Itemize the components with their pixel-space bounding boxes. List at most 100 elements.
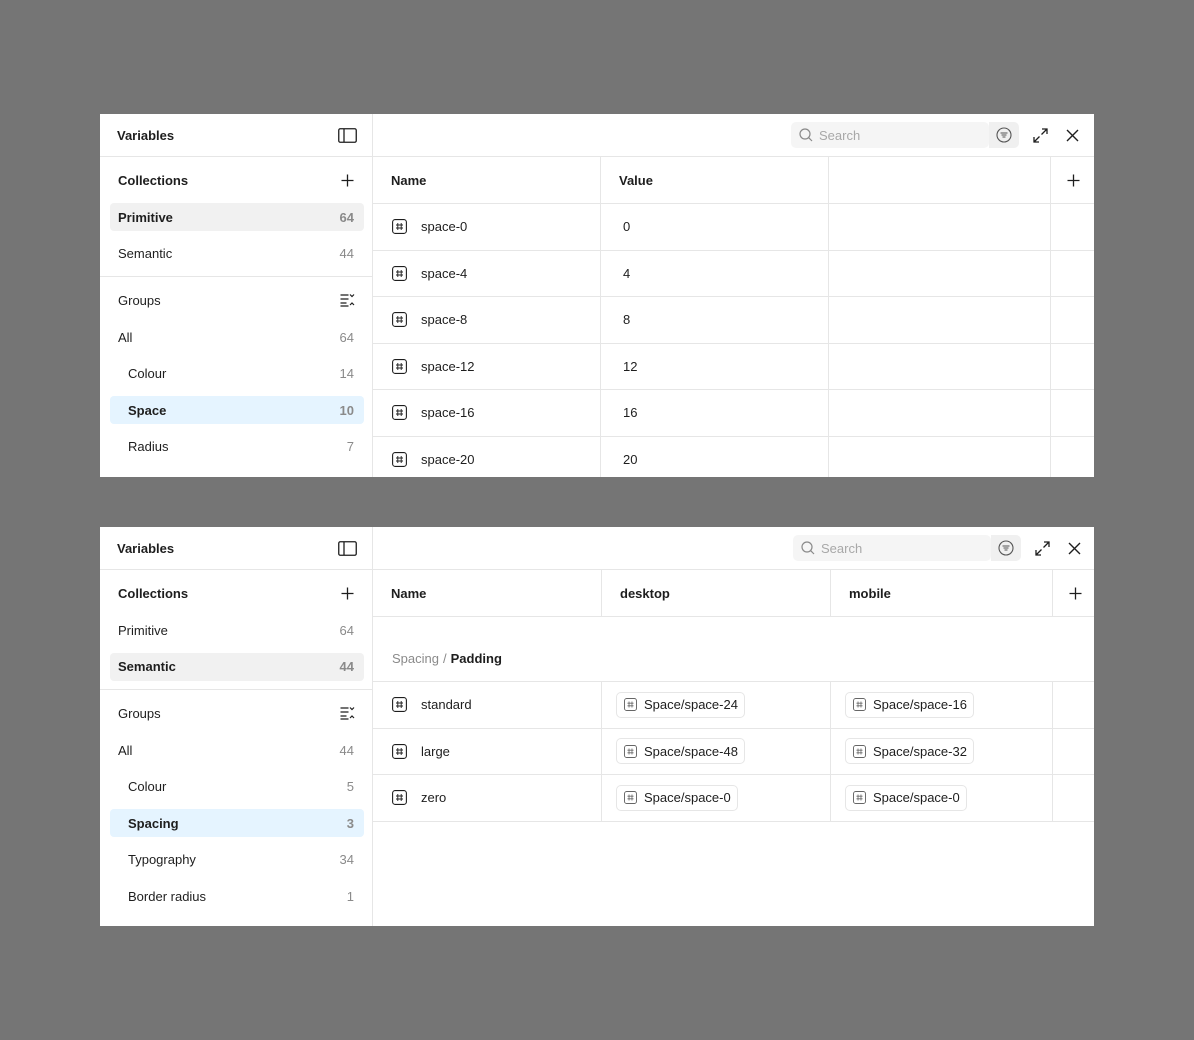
group-count: 34	[339, 852, 354, 867]
expand-icon[interactable]	[1029, 124, 1051, 146]
value-cell[interactable]: 20	[601, 436, 829, 477]
collapse-groups-icon[interactable]	[336, 702, 358, 724]
collapse-groups-icon[interactable]	[336, 289, 358, 311]
collection-count: 64	[339, 622, 354, 638]
add-column-plus-icon[interactable]	[1051, 157, 1094, 203]
add-collection-plus-icon[interactable]	[336, 582, 358, 604]
collection-name: Semantic	[118, 659, 176, 674]
alias-label: Space/space-0	[644, 790, 731, 806]
group-item-space[interactable]: Space 10	[110, 396, 364, 424]
empty-cell	[829, 343, 1051, 389]
group-count: 44	[339, 742, 354, 758]
table-row[interactable]: space-16 16	[373, 390, 1094, 437]
close-icon[interactable]	[1061, 124, 1083, 146]
group-item-typography[interactable]: Typography 34	[110, 846, 364, 874]
table-row[interactable]: space-8 8	[373, 297, 1094, 344]
number-variable-icon	[392, 697, 407, 713]
column-header-mobile[interactable]: mobile	[831, 570, 1053, 616]
group-item-colour[interactable]: Colour 5	[110, 773, 364, 801]
filter-icon[interactable]	[989, 122, 1019, 148]
table-row[interactable]: zero Space/space-0 Space/space-0	[373, 775, 1094, 822]
collection-item-primitive[interactable]: Primitive 64	[110, 616, 364, 644]
sidebar: Variables Collections Primitive 64 Seman…	[100, 527, 373, 926]
number-variable-icon	[392, 219, 407, 235]
value-cell[interactable]: 12	[601, 343, 829, 389]
collection-item-semantic[interactable]: Semantic 44	[110, 652, 364, 681]
alias-chip-mobile[interactable]: Space/space-0	[845, 784, 967, 811]
group-item-all[interactable]: All 44	[110, 736, 364, 764]
toggle-sidebar-icon[interactable]	[336, 537, 358, 559]
table-row[interactable]: space-20 20	[373, 436, 1094, 477]
search-input[interactable]	[821, 540, 971, 556]
variables-table-area: Name desktop mobile Spacing/Padding stan…	[373, 527, 1094, 926]
collection-name: Primitive	[118, 622, 168, 638]
table-row[interactable]: standard Space/space-24 Space/space-16	[373, 682, 1094, 729]
filter-icon[interactable]	[991, 535, 1021, 561]
collection-item-primitive[interactable]: Primitive 64	[110, 203, 364, 231]
variable-name: space-12	[421, 358, 475, 374]
panel-title: Variables	[117, 127, 175, 143]
column-header-value[interactable]: Value	[601, 157, 829, 203]
group-item-spacing[interactable]: Spacing 3	[110, 809, 364, 837]
alias-chip-desktop[interactable]: Space/space-0	[616, 784, 738, 811]
toggle-sidebar-icon[interactable]	[336, 124, 358, 146]
group-count: 3	[346, 815, 354, 831]
table-row[interactable]: space-12 12	[373, 343, 1094, 390]
value-cell[interactable]: 8	[601, 297, 829, 343]
alias-chip-desktop[interactable]: Space/space-24	[616, 691, 745, 718]
group-item-all[interactable]: All 64	[110, 323, 364, 351]
group-count: 14	[339, 366, 354, 381]
alias-variable-icon	[852, 744, 867, 759]
search-box[interactable]	[793, 535, 991, 561]
table-row[interactable]: space-4 4	[373, 250, 1094, 297]
column-header-desktop[interactable]: desktop	[602, 570, 831, 616]
number-variable-icon	[392, 405, 407, 421]
collections-label: Collections	[118, 585, 189, 601]
group-item-radius[interactable]: Radius 7	[110, 433, 364, 461]
variables-table-area: Name Value space-0 0 space-4	[373, 114, 1094, 477]
column-header-name[interactable]: Name	[373, 570, 602, 616]
search-input[interactable]	[819, 127, 969, 143]
value-cell[interactable]: 0	[601, 204, 829, 250]
group-item-border-radius[interactable]: Border radius 1	[110, 882, 364, 910]
variables-panel-semantic: Variables Collections Primitive 64 Seman…	[100, 527, 1094, 926]
table-row[interactable]: large Space/space-48 Space/space-32	[373, 728, 1094, 775]
add-mode-plus-icon[interactable]	[1053, 570, 1094, 616]
variable-name: space-20	[421, 451, 475, 467]
alias-label: Space/space-16	[873, 697, 967, 713]
alias-label: Space/space-48	[644, 743, 738, 759]
add-collection-plus-icon[interactable]	[336, 169, 358, 191]
alias-chip-desktop[interactable]: Space/space-48	[616, 738, 745, 765]
group-name: Space	[128, 402, 167, 418]
variable-name: space-4	[421, 265, 468, 281]
group-item-colour[interactable]: Colour 14	[110, 360, 364, 388]
value-cell[interactable]: 4	[601, 250, 829, 296]
group-breadcrumb: Spacing / Padding	[392, 651, 502, 666]
group-current: Padding	[450, 651, 502, 666]
collections-header: Collections	[100, 157, 372, 203]
alias-chip-mobile[interactable]: Space/space-16	[845, 691, 974, 718]
groups-header: Groups	[100, 690, 372, 736]
table-header: Name Value	[373, 157, 1094, 204]
number-variable-icon	[392, 265, 407, 281]
collection-item-semantic[interactable]: Semantic 44	[110, 240, 364, 268]
column-header-name[interactable]: Name	[373, 157, 601, 203]
sidebar-header: Variables	[100, 527, 372, 570]
group-count: 10	[339, 402, 354, 418]
empty-cell	[829, 297, 1051, 343]
table-header: Name desktop mobile	[373, 570, 1094, 617]
table-row[interactable]: space-0 0	[373, 204, 1094, 251]
variable-name: large	[421, 743, 450, 759]
close-icon[interactable]	[1063, 537, 1085, 559]
expand-icon[interactable]	[1031, 537, 1053, 559]
empty-cell	[829, 204, 1051, 250]
table-body: space-0 0 space-4 4 space-8 8 space-12 1…	[373, 204, 1094, 477]
toolbar	[373, 114, 1094, 157]
alias-label: Space/space-32	[873, 743, 967, 759]
search-box[interactable]	[791, 122, 989, 148]
group-name: All	[118, 329, 133, 345]
value-cell[interactable]: 16	[601, 390, 829, 436]
alias-chip-mobile[interactable]: Space/space-32	[845, 738, 974, 765]
variable-name: space-0	[421, 219, 468, 235]
alias-variable-icon	[623, 697, 638, 712]
